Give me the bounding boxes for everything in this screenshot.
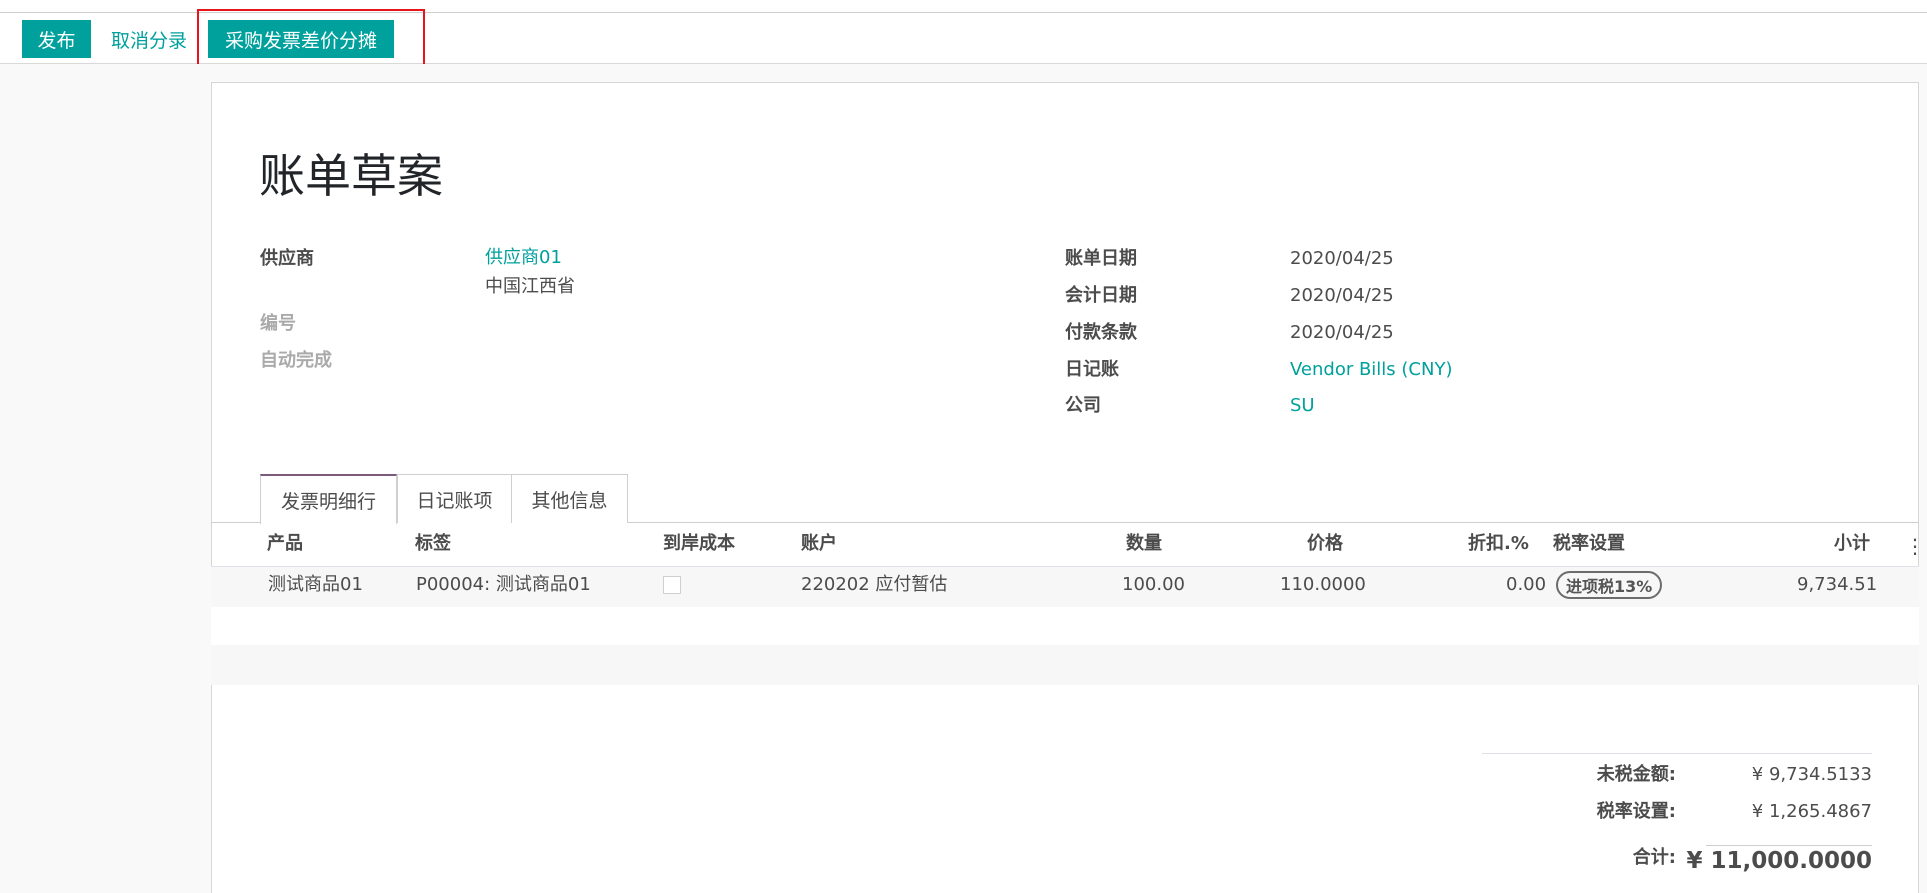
- table-row-empty: [211, 645, 1919, 685]
- payment-terms-value: 2020/04/25: [1290, 322, 1394, 343]
- cell-price[interactable]: 110.0000: [1280, 573, 1366, 597]
- totals-divider: [1482, 753, 1872, 754]
- vendor-address: 中国江西省: [485, 276, 575, 297]
- bill-date-value: 2020/04/25: [1290, 248, 1394, 269]
- cell-subtotal: 9,734.51: [1797, 574, 1878, 595]
- tax-amount-label: 税率设置:: [1596, 801, 1676, 822]
- total-divider: [1706, 845, 1872, 846]
- cell-label[interactable]: P00004: 测试商品01: [416, 573, 591, 597]
- column-header-discount[interactable]: 折扣.%: [1468, 532, 1529, 556]
- tab-other-info[interactable]: 其他信息: [511, 474, 628, 523]
- bill-date-label: 账单日期: [1065, 248, 1137, 269]
- company-label: 公司: [1065, 395, 1101, 416]
- column-header-price[interactable]: 价格: [1307, 532, 1343, 556]
- column-header-quantity[interactable]: 数量: [1126, 532, 1162, 556]
- cell-discount[interactable]: 0.00: [1506, 573, 1546, 597]
- autocomplete-label: 自动完成: [260, 350, 332, 371]
- cell-account[interactable]: 220202 应付暂估: [801, 573, 947, 597]
- column-header-taxes[interactable]: 税率设置: [1553, 532, 1625, 556]
- column-header-subtotal[interactable]: 小计: [1834, 532, 1870, 556]
- untaxed-amount-value: ¥ 9,734.5133: [1751, 764, 1872, 785]
- untaxed-amount-label: 未税金额:: [1596, 764, 1676, 785]
- accounting-date-value: 2020/04/25: [1290, 285, 1394, 306]
- payment-terms-label: 付款条款: [1065, 322, 1137, 343]
- column-header-account[interactable]: 账户: [801, 532, 837, 556]
- cancel-entry-button[interactable]: 取消分录: [111, 20, 187, 58]
- column-header-landed-cost[interactable]: 到岸成本: [663, 532, 735, 556]
- cell-quantity[interactable]: 100.00: [1122, 573, 1185, 597]
- table-row-empty: [211, 607, 1919, 645]
- cell-product[interactable]: 测试商品01: [268, 573, 363, 597]
- column-header-label[interactable]: 标签: [415, 532, 451, 556]
- journal-label: 日记账: [1065, 359, 1119, 380]
- total-value: ¥ 11,000.0000: [1686, 848, 1872, 874]
- journal-link[interactable]: Vendor Bills (CNY): [1290, 358, 1452, 382]
- reference-label: 编号: [260, 313, 296, 334]
- landed-cost-checkbox[interactable]: [663, 576, 681, 594]
- company-link[interactable]: SU: [1290, 394, 1315, 418]
- purchase-invoice-allocate-button[interactable]: 采购发票差价分摊: [208, 20, 394, 58]
- tax-badge[interactable]: 进项税13%: [1556, 571, 1663, 599]
- tab-journal-items[interactable]: 日记账项: [397, 474, 512, 523]
- vendor-link[interactable]: 供应商01: [485, 246, 562, 270]
- vendor-label: 供应商: [260, 248, 314, 269]
- post-button[interactable]: 发布: [22, 20, 91, 58]
- column-header-product[interactable]: 产品: [267, 532, 303, 556]
- page-title: 账单草案: [259, 149, 443, 203]
- accounting-date-label: 会计日期: [1065, 285, 1137, 306]
- total-label: 合计:: [1632, 847, 1676, 868]
- optional-columns-kebab-icon[interactable]: ⋮: [1905, 535, 1925, 557]
- tab-invoice-lines[interactable]: 发票明细行: [260, 474, 397, 524]
- tax-amount-value: ¥ 1,265.4867: [1751, 801, 1872, 822]
